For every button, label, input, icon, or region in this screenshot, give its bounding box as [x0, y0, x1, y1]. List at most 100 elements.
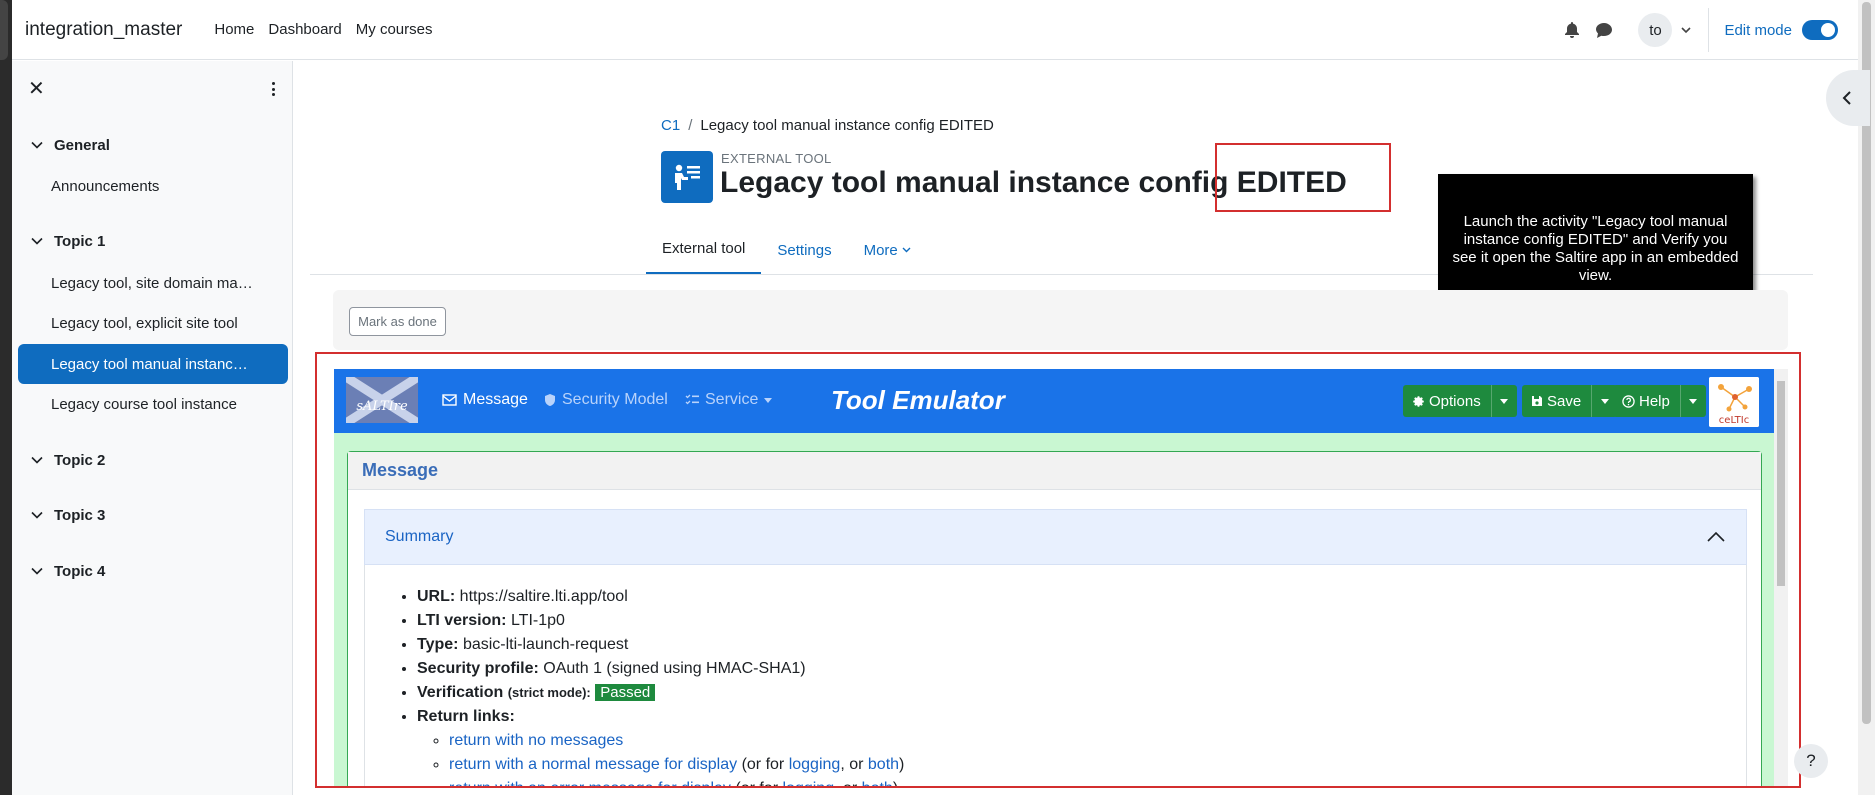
- mark-as-done-button[interactable]: Mark as done: [349, 307, 446, 336]
- navbar-divider: [1708, 8, 1710, 52]
- drawer-item-course-tool[interactable]: Legacy course tool instance: [18, 384, 288, 424]
- activity-completion-area: [333, 290, 1788, 350]
- envelope-icon: [442, 394, 457, 406]
- logging-link[interactable]: logging: [782, 780, 834, 786]
- tool-nav-service[interactable]: Service: [685, 391, 773, 409]
- options-label: Options: [1429, 392, 1481, 410]
- breadcrumb-current: Legacy tool manual instance config EDITE…: [700, 117, 994, 134]
- tool-nav-security-model[interactable]: Security Model: [544, 391, 668, 409]
- section-topic-1[interactable]: Topic 1: [12, 221, 293, 261]
- drawer-item-site-domain-tool[interactable]: Legacy tool, site domain ma…: [18, 263, 288, 303]
- question-circle-icon: [1622, 394, 1635, 408]
- help-button[interactable]: ?: [1794, 744, 1828, 778]
- help-dropdown-toggle[interactable]: [1679, 385, 1706, 417]
- edit-mode-toggle[interactable]: [1802, 20, 1838, 40]
- summary-return-links: Return links: return with no messages re…: [417, 705, 904, 786]
- saltire-logo[interactable]: sALTIre: [346, 377, 418, 423]
- chevron-down-icon[interactable]: [30, 453, 44, 467]
- chevron-down-icon: [902, 247, 911, 253]
- tool-help-button[interactable]: Help: [1613, 385, 1680, 417]
- tool-nav-service-label: Service: [705, 391, 759, 408]
- celtic-logo[interactable]: ceLTIc: [1709, 377, 1759, 427]
- return-no-messages-link[interactable]: return with no messages: [449, 732, 623, 749]
- kebab-menu-icon[interactable]: [264, 80, 282, 98]
- chevron-down-icon[interactable]: [30, 234, 44, 248]
- tab-more[interactable]: More: [848, 225, 927, 275]
- section-title: Topic 3: [54, 506, 106, 524]
- secondary-navigation: External tool Settings More: [646, 225, 927, 275]
- summary-body: URL: https://saltire.lti.app/tool LTI ve…: [364, 565, 1747, 786]
- close-drawer-icon[interactable]: ✕: [28, 79, 45, 99]
- tool-nav-message[interactable]: Message: [442, 391, 528, 409]
- tooltip-text: Launch the activity "Legacy tool manual …: [1452, 213, 1739, 284]
- site-name[interactable]: integration_master: [25, 19, 182, 41]
- summary-lti-version: LTI version: LTI-1p0: [417, 609, 904, 633]
- return-link-item: return with an error message for display…: [449, 777, 904, 786]
- drawer-item-announcements[interactable]: Announcements: [18, 166, 288, 206]
- section-general[interactable]: General: [12, 125, 293, 165]
- floppy-disk-icon: [1532, 396, 1542, 406]
- drawer-item-manual-instance[interactable]: Legacy tool manual instanc…: [18, 344, 288, 384]
- breadcrumb-separator: /: [688, 117, 693, 134]
- chevron-up-icon[interactable]: [1706, 530, 1726, 544]
- edit-mode-label: Edit mode: [1724, 21, 1792, 39]
- saltire-logo-text: sALTIre: [356, 399, 408, 414]
- chevron-down-icon[interactable]: [30, 138, 44, 152]
- highlight-box-title: [1215, 143, 1391, 212]
- save-button-group: Save: [1522, 385, 1618, 417]
- section-title: Topic 4: [54, 562, 106, 580]
- tab-external-tool[interactable]: External tool: [646, 225, 762, 275]
- tab-settings[interactable]: Settings: [761, 225, 847, 275]
- frame-scrollbar[interactable]: [1774, 369, 1788, 786]
- message-card: Message Summary URL: https://saltire.lti…: [347, 451, 1762, 786]
- summary-title: Summary: [385, 528, 454, 545]
- summary-accordion-header[interactable]: Summary: [364, 509, 1747, 565]
- chevron-down-icon[interactable]: [1680, 26, 1692, 34]
- summary-list: URL: https://saltire.lti.app/tool LTI ve…: [417, 585, 904, 786]
- open-block-drawer-button[interactable]: [1826, 70, 1870, 126]
- caret-down-icon: [764, 397, 773, 403]
- tool-help-label: Help: [1639, 392, 1670, 410]
- chat-icon[interactable]: [1596, 22, 1613, 38]
- user-avatar[interactable]: to: [1638, 13, 1673, 47]
- save-button[interactable]: Save: [1522, 385, 1591, 417]
- chevron-down-icon[interactable]: [30, 508, 44, 522]
- summary-type: Type: basic-lti-launch-request: [417, 633, 904, 657]
- gear-icon: [1413, 395, 1424, 407]
- activity-type-label: EXTERNAL TOOL: [721, 151, 832, 166]
- return-link-item: return with no messages: [449, 729, 904, 753]
- bell-icon[interactable]: [1564, 22, 1580, 38]
- primary-navigation: Home Dashboard My courses: [214, 21, 432, 38]
- chevron-down-icon[interactable]: [30, 564, 44, 578]
- navbar-right: to Edit mode: [1564, 0, 1838, 60]
- options-dropdown-toggle[interactable]: [1490, 385, 1517, 417]
- section-title: Topic 2: [54, 451, 106, 469]
- embedded-tool-frame: sALTIre Message Security Model Service T…: [315, 352, 1801, 788]
- both-link[interactable]: both: [862, 780, 893, 786]
- tool-title: Tool Emulator: [831, 385, 1005, 415]
- section-title: Topic 1: [54, 232, 106, 250]
- return-normal-message-link[interactable]: return with a normal message for display: [449, 756, 737, 773]
- return-error-message-link[interactable]: return with an error message for display: [449, 780, 731, 786]
- nav-dashboard[interactable]: Dashboard: [268, 21, 341, 38]
- section-topic-2[interactable]: Topic 2: [12, 440, 293, 480]
- drawer-item-explicit-site-tool[interactable]: Legacy tool, explicit site tool: [18, 303, 288, 343]
- top-navbar: integration_master Home Dashboard My cou…: [12, 0, 1858, 60]
- logging-link[interactable]: logging: [789, 756, 841, 773]
- list-check-icon: [685, 394, 699, 405]
- section-topic-3[interactable]: Topic 3: [12, 495, 293, 535]
- left-window-edge: [0, 0, 12, 795]
- options-button-group: Options: [1403, 385, 1517, 417]
- nav-home[interactable]: Home: [214, 21, 254, 38]
- external-tool-icon: [661, 151, 713, 203]
- summary-url: URL: https://saltire.lti.app/tool: [417, 585, 904, 609]
- section-topic-4[interactable]: Topic 4: [12, 551, 293, 591]
- tool-navbar: sALTIre Message Security Model Service T…: [334, 369, 1774, 433]
- options-button[interactable]: Options: [1403, 385, 1491, 417]
- breadcrumb-course[interactable]: C1: [661, 117, 680, 134]
- both-link[interactable]: both: [868, 756, 899, 773]
- section-title: General: [54, 136, 110, 154]
- breadcrumb: C1 / Legacy tool manual instance config …: [661, 117, 994, 134]
- tool-nav-security-label: Security Model: [562, 391, 668, 408]
- nav-my-courses[interactable]: My courses: [356, 21, 433, 38]
